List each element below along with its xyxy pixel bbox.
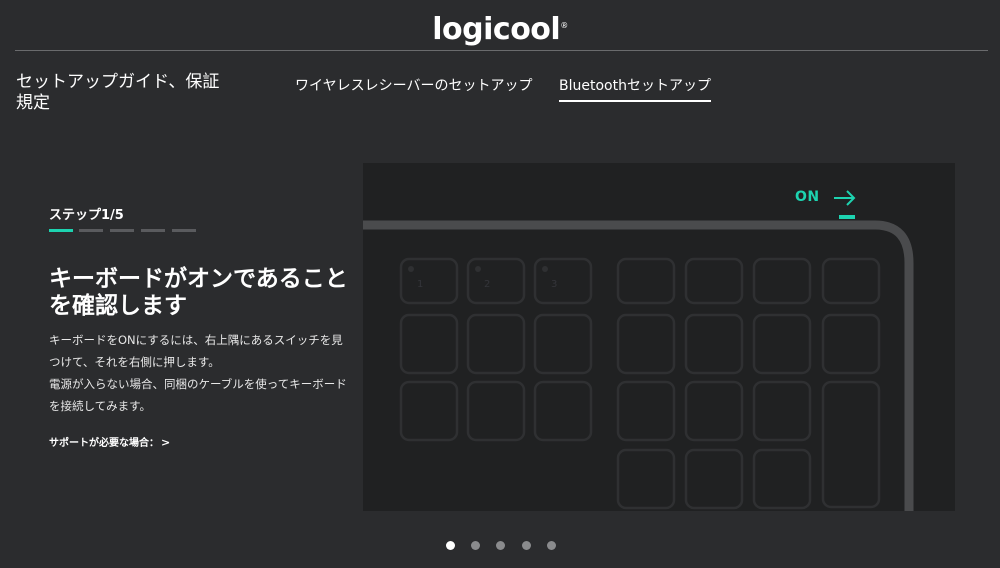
key-tall [821,380,881,509]
key [533,380,593,442]
tab-wireless-receiver-setup[interactable]: ワイヤレスレシーバーのセットアップ [295,75,532,100]
key-indicator-light [542,266,548,272]
progress-segment-1 [49,229,73,232]
key-label-1: 1 [417,279,423,290]
key [616,257,676,305]
key [752,257,812,305]
key [616,448,676,510]
progress-segment-4 [141,229,165,232]
pager-dot-1[interactable] [446,541,455,550]
key-f3 [533,257,593,305]
key-label-2: 2 [484,279,490,290]
key [684,257,744,305]
logo-text: logicool [432,12,561,47]
step-heading: キーボードがオンであることを確認します [49,266,348,319]
step-label: ステップ1/5 [49,208,124,223]
progress-segment-2 [79,229,103,232]
key [616,313,676,375]
key [684,448,744,510]
key-f2 [466,257,526,305]
trademark-mark: ® [560,21,568,30]
pager-dot-5[interactable] [547,541,556,550]
key [752,313,812,375]
key-label-3: 3 [551,279,557,290]
step-troubleshooting: 電源が入らない場合、同梱のケーブルを使ってキーボードを接続してみます。 [49,377,347,413]
key [616,380,676,442]
key [533,313,593,375]
step-pager [446,541,566,553]
keyboard-drawing: 1 2 3 [363,220,914,511]
step-instructions: キーボードをONにするには、右上隅にあるスイッチを見つけて、それを右側に押します… [49,333,343,369]
header-divider [15,50,988,51]
keyboard-illustration: 1 2 3 ON [363,163,955,511]
key [821,257,881,305]
arrow-right-icon [834,190,856,206]
support-link-label: サポートが必要な場合： [49,438,159,449]
key [466,313,526,375]
pager-dot-2[interactable] [471,541,480,550]
logicool-logo[interactable]: logicool® [0,6,1000,47]
key [399,380,459,442]
chevron-right-icon: > [161,436,171,449]
key [752,448,812,510]
switch-on-label: ON [795,189,820,205]
key [684,380,744,442]
support-link[interactable]: サポートが必要な場合： > [49,434,170,449]
key-f1 [399,257,459,305]
key [684,313,744,375]
key [466,380,526,442]
progress-segment-5 [172,229,196,232]
key-indicator-light [475,266,481,272]
section-title: セットアップガイド、保証規定 [16,72,220,113]
keyboard-frame [363,220,914,511]
key [821,313,881,375]
power-switch-indicator [839,215,855,219]
key [752,380,812,442]
key-indicator-light [408,266,414,272]
tab-bluetooth-setup[interactable]: Bluetoothセットアップ [559,75,711,102]
pager-dot-4[interactable] [522,541,531,550]
key [399,313,459,375]
progress-segment-3 [110,229,134,232]
pager-dot-3[interactable] [496,541,505,550]
